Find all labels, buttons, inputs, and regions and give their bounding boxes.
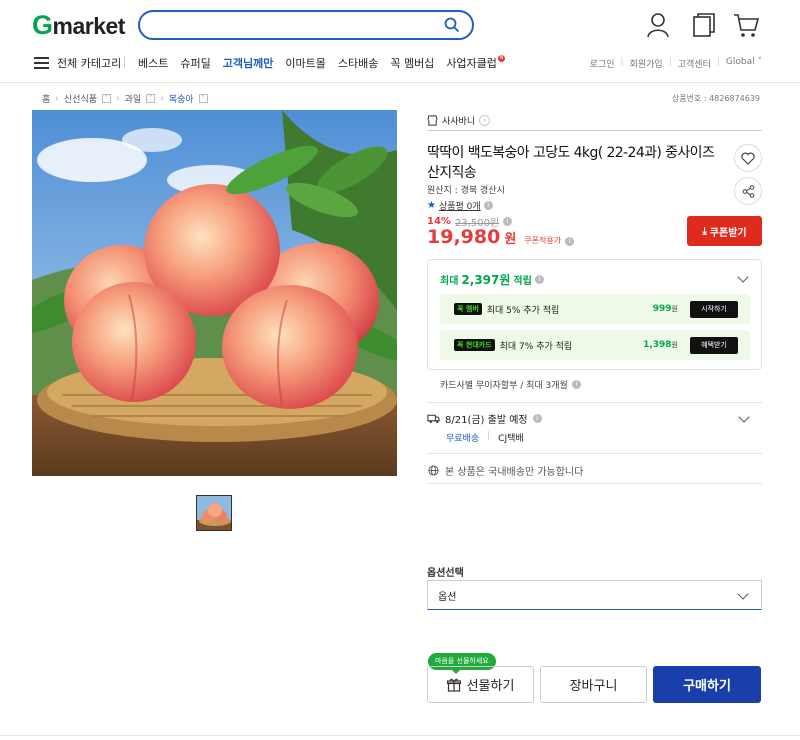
nav-divider xyxy=(124,56,125,68)
search-input[interactable] xyxy=(138,10,474,40)
nav-link-best[interactable]: 베스트 xyxy=(138,55,168,71)
user-icon[interactable] xyxy=(646,12,670,38)
membership-badge: 꼭 멤버 xyxy=(454,303,482,315)
share-button[interactable] xyxy=(734,177,762,205)
chevron-right-icon: › xyxy=(479,114,491,126)
breadcrumb-fruit[interactable]: 과일 xyxy=(125,92,142,105)
search-icon[interactable] xyxy=(444,17,460,33)
signup-link[interactable]: 회원가입 xyxy=(630,57,663,70)
chevron-right-icon: › xyxy=(55,93,59,104)
add-to-cart-button[interactable]: 장바구니 xyxy=(540,666,647,703)
option-select[interactable]: 옵션 xyxy=(427,580,762,610)
domestic-only-note: 본 상품은 국내배송만 가능합니다 xyxy=(428,463,583,478)
divider xyxy=(427,453,762,454)
card-benefit-button[interactable]: 혜택받기 xyxy=(690,336,738,354)
info-icon[interactable]: i xyxy=(532,414,542,423)
option-label: 옵션선택 xyxy=(427,568,464,579)
nav-link-membership[interactable]: 꼭 멤버십 xyxy=(390,55,434,71)
gmarket-logo[interactable]: Gmarket xyxy=(32,10,125,41)
product-thumbnail[interactable] xyxy=(196,495,232,531)
util-links: 로그인 | 회원가입 | 고객센터 | Global ˅ xyxy=(589,57,762,70)
chevron-right-icon: › xyxy=(116,93,120,104)
nav-link-superdeal[interactable]: 슈퍼딜 xyxy=(180,55,210,71)
seller-shop-link[interactable]: 사사바니 › xyxy=(427,110,762,131)
shipping-fee: 무료배송 xyxy=(446,434,480,444)
membership-point-row: 꼭 멤버 최대 5% 추가 적립 999원 시작하기 xyxy=(440,294,750,324)
point-amount: 1,398원 xyxy=(643,340,678,350)
chevron-down-icon xyxy=(737,588,749,600)
points-amount: 2,397원 xyxy=(461,273,511,287)
footer-divider xyxy=(0,735,800,736)
header-divider xyxy=(0,82,800,83)
nav-link-star-delivery[interactable]: 스타배송 xyxy=(338,55,378,71)
seller-name: 사사바니 xyxy=(442,116,476,127)
review-link[interactable]: 상품평 0개 xyxy=(439,199,481,212)
review-summary: ★ 상품평 0개 i xyxy=(427,199,493,212)
sale-price: 19,980 원 쿠폰적용가 i xyxy=(427,226,575,248)
breadcrumb: 홈 › 신선식품 ˅ › 과일 ˅ › 복숭아 ˅ xyxy=(42,92,208,105)
info-icon[interactable]: i xyxy=(571,380,581,389)
wishlist-button[interactable] xyxy=(734,144,762,172)
divider xyxy=(427,483,762,484)
product-origin: 원산지 : 경북 경산시 xyxy=(427,186,505,196)
hamburger-icon xyxy=(34,57,49,69)
cart-icon[interactable] xyxy=(733,12,759,38)
dropdown-icon[interactable]: ˅ xyxy=(146,94,156,103)
global-link[interactable]: Global ˅ xyxy=(726,57,762,70)
info-icon[interactable]: i xyxy=(534,275,544,284)
divider xyxy=(427,402,762,403)
info-icon[interactable]: i xyxy=(503,217,513,226)
customer-center-link[interactable]: 고객센터 xyxy=(678,57,711,70)
globe-icon xyxy=(428,465,439,476)
shipping-info: 8/21(금) 출발 예정 i 무료배송 | CJ택배 xyxy=(427,411,762,444)
breadcrumb-peach[interactable]: 복숭아 xyxy=(169,92,194,105)
installment-info: 카드사별 무이자할부 / 최대 3개월 i xyxy=(440,378,581,391)
all-categories-button[interactable]: 전체 카테고리 xyxy=(34,55,121,71)
points-summary[interactable]: 최대 2,397원 적립 i xyxy=(440,271,544,288)
shipping-date: 8/21(금) 출발 예정 xyxy=(445,415,528,426)
nav-link-emart[interactable]: 이마트몰 xyxy=(285,55,325,71)
chevron-right-icon: › xyxy=(160,93,164,104)
price-unit: 원 xyxy=(504,232,517,247)
chevron-down-icon[interactable] xyxy=(737,271,749,283)
product-number: 상품번호 : 4826874639 xyxy=(671,94,760,103)
recent-view-icon[interactable] xyxy=(692,12,716,38)
top-nav: 전체 카테고리 베스트 슈퍼딜 고객님께만 이마트몰 스타배송 꼭 멤버십 사업… xyxy=(0,52,800,74)
heart-icon xyxy=(741,152,755,165)
new-badge: N xyxy=(497,55,505,62)
product-title: 딱딱이 백도복숭아 고당도 4kg( 22-24과) 중사이즈 산지직송 xyxy=(427,145,715,181)
info-icon[interactable]: i xyxy=(483,201,493,210)
buy-now-button[interactable]: 구매하기 xyxy=(653,666,761,703)
membership-start-button[interactable]: 시작하기 xyxy=(690,300,738,318)
breadcrumb-home[interactable]: 홈 xyxy=(42,92,50,105)
nav-links: 베스트 슈퍼딜 고객님께만 이마트몰 스타배송 꼭 멤버십 사업자클럽 N xyxy=(138,55,505,71)
shipping-carrier: CJ택배 xyxy=(498,434,524,444)
shop-icon xyxy=(427,114,438,126)
login-link[interactable]: 로그인 xyxy=(590,57,615,70)
nav-link-for-you[interactable]: 고객님께만 xyxy=(223,55,274,71)
truck-icon xyxy=(427,414,440,423)
download-icon: ⤓ xyxy=(702,225,707,237)
dropdown-icon[interactable]: ˅ xyxy=(198,94,208,103)
price-value: 19,980 xyxy=(427,226,501,248)
gift-button[interactable]: 선물하기 xyxy=(427,666,534,703)
share-icon xyxy=(742,184,754,198)
nav-link-business-club[interactable]: 사업자클럽 N xyxy=(446,55,505,71)
points-box: 최대 2,397원 적립 i 꼭 멤버 최대 5% 추가 적립 999원 시작하… xyxy=(427,259,762,370)
coupon-price-label: 쿠폰적용가 xyxy=(524,236,562,245)
gift-icon xyxy=(446,678,461,692)
card-point-row: 꼭 현대카드 최대 7% 추가 적립 1,398원 혜택받기 xyxy=(440,330,750,360)
star-icon: ★ xyxy=(427,200,436,211)
hyundai-card-badge: 꼭 현대카드 xyxy=(454,339,495,351)
point-amount: 999원 xyxy=(652,304,678,314)
product-main-image[interactable] xyxy=(32,110,397,476)
dropdown-icon[interactable]: ˅ xyxy=(102,94,112,103)
breadcrumb-fresh[interactable]: 신선식품 xyxy=(64,92,97,105)
info-icon[interactable]: i xyxy=(565,237,575,246)
coupon-download-button[interactable]: ⤓ 쿠폰받기 xyxy=(687,216,762,246)
